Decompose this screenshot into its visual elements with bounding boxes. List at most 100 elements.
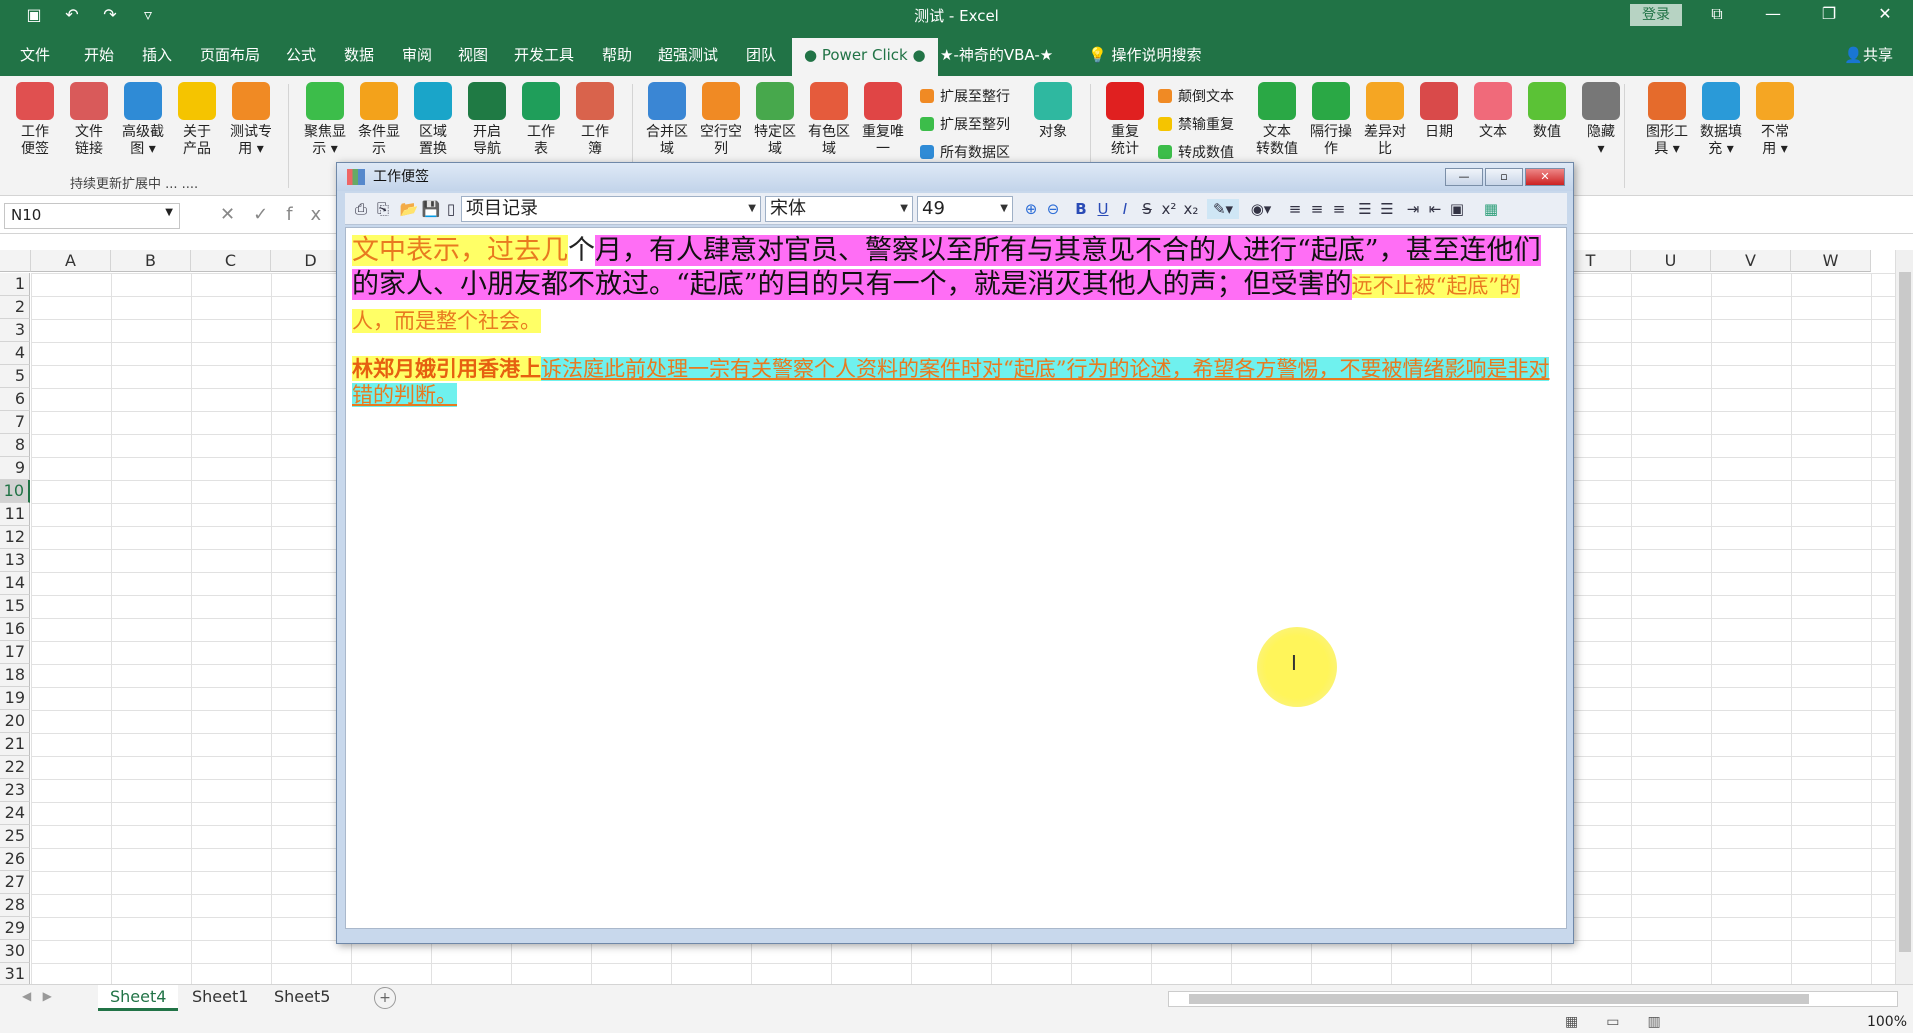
row-header-22[interactable]: 22 [0, 756, 30, 779]
record-select[interactable]: 项目记录 ▼ [461, 196, 761, 222]
ribbon-button-17[interactable]: 重复 统计 [1098, 82, 1152, 158]
row-header-4[interactable]: 4 [0, 342, 30, 365]
outdent-icon[interactable]: ⇤ [1425, 199, 1445, 219]
tab-data[interactable]: 数据 [344, 44, 374, 65]
ribbon-display-icon[interactable]: ⧉ [1689, 0, 1745, 30]
vertical-scrollbar[interactable] [1895, 250, 1913, 984]
reverse-text-button[interactable]: 颠倒文本 [1158, 86, 1234, 106]
tab-vba[interactable]: ★-神奇的VBA-★ [940, 44, 1053, 65]
column-header-b[interactable]: B [111, 250, 191, 272]
tab-formulas[interactable]: 公式 [286, 44, 316, 65]
ribbon-button-6[interactable]: 条件显 示 [352, 82, 406, 158]
strikethrough-icon[interactable]: S [1137, 199, 1157, 219]
share-button[interactable]: 👤共享 [1844, 44, 1893, 65]
sheet-tab-sheet5[interactable]: Sheet5 [262, 985, 342, 1011]
increase-font-icon[interactable]: ⊕ [1021, 199, 1041, 219]
row-header-3[interactable]: 3 [0, 319, 30, 342]
superscript-icon[interactable]: x² [1159, 199, 1179, 219]
ribbon-button-22[interactable]: 文本 [1466, 82, 1520, 141]
tab-team[interactable]: 团队 [746, 44, 776, 65]
row-header-9[interactable]: 9 [0, 457, 30, 480]
ribbon-button-5[interactable]: 聚焦显 示 ▾ [298, 82, 352, 158]
login-button[interactable]: 登录 [1630, 4, 1682, 26]
fx-icon[interactable]: fx [286, 204, 339, 225]
row-header-12[interactable]: 12 [0, 526, 30, 549]
ribbon-button-27[interactable]: 不常 用 ▾ [1748, 82, 1802, 158]
align-left-icon[interactable]: ≡ [1285, 199, 1305, 219]
note-editor[interactable]: 文中表示，过去几个月，有人肆意对官员、警察以至所有与其意见不合的人进行“起底”，… [345, 227, 1567, 929]
chevron-down-icon[interactable]: ▼ [165, 207, 173, 218]
all-data-region-button[interactable]: 所有数据区 [920, 142, 1010, 162]
row-header-15[interactable]: 15 [0, 595, 30, 618]
ribbon-button-19[interactable]: 隔行操 作 [1304, 82, 1358, 158]
column-header-w[interactable]: W [1791, 250, 1871, 272]
ribbon-button-14[interactable]: 有色区 域 [802, 82, 856, 158]
indent-icon[interactable]: ⇥ [1403, 199, 1423, 219]
tab-developer[interactable]: 开发工具 [514, 44, 574, 65]
row-header-7[interactable]: 7 [0, 411, 30, 434]
normal-view-icon[interactable]: ▦ [1565, 1014, 1578, 1030]
ribbon-button-12[interactable]: 空行空 列 [694, 82, 748, 158]
page-break-view-icon[interactable]: ▥ [1647, 1014, 1660, 1030]
print-icon[interactable]: ⎙ [351, 199, 371, 219]
new-file-icon[interactable]: ▯ [441, 199, 461, 219]
zoom-level[interactable]: 100% [1867, 1014, 1907, 1030]
cancel-icon[interactable]: ✕ [220, 204, 253, 225]
expand-row-button[interactable]: 扩展至整行 [920, 86, 1010, 106]
align-right-icon[interactable]: ≡ [1329, 199, 1349, 219]
note-title-bar[interactable]: 工作便签 — ▫ ✕ [337, 163, 1573, 191]
ribbon-button-26[interactable]: 数据填 充 ▾ [1694, 82, 1748, 158]
ribbon-button-1[interactable]: 文件 链接 [62, 82, 116, 158]
scroll-thumb[interactable] [1899, 272, 1911, 952]
ribbon-button-11[interactable]: 合并区 域 [640, 82, 694, 158]
select-all-corner[interactable] [0, 250, 31, 272]
column-header-a[interactable]: A [31, 250, 111, 272]
row-header-27[interactable]: 27 [0, 871, 30, 894]
column-header-c[interactable]: C [191, 250, 271, 272]
expand-column-button[interactable]: 扩展至整列 [920, 114, 1010, 134]
row-header-2[interactable]: 2 [0, 296, 30, 319]
tab-view[interactable]: 视图 [458, 44, 488, 65]
row-header-16[interactable]: 16 [0, 618, 30, 641]
numbered-list-icon[interactable]: ☰ [1377, 199, 1397, 219]
chevron-down-icon[interactable]: ▼ [900, 197, 908, 221]
row-header-13[interactable]: 13 [0, 549, 30, 572]
row-header-19[interactable]: 19 [0, 687, 30, 710]
tab-insert[interactable]: 插入 [142, 44, 172, 65]
print-preview-icon[interactable]: ⎘ [373, 199, 393, 219]
ribbon-button-3[interactable]: 关于 产品 [170, 82, 224, 158]
ribbon-button-8[interactable]: 开启 导航 [460, 82, 514, 158]
sheet-tab-sheet1[interactable]: Sheet1 [180, 985, 260, 1011]
tab-page-layout[interactable]: 页面布局 [200, 44, 260, 65]
bold-icon[interactable]: B [1071, 199, 1091, 219]
close-icon[interactable]: ✕ [1525, 168, 1565, 186]
scroll-thumb[interactable] [1189, 994, 1809, 1004]
tab-power-click[interactable]: ● Power Click ● [792, 38, 938, 76]
align-center-icon[interactable]: ≡ [1307, 199, 1327, 219]
ribbon-button-23[interactable]: 数值 [1520, 82, 1574, 141]
save-icon[interactable]: 💾 [421, 199, 441, 219]
ribbon-button-20[interactable]: 差异对 比 [1358, 82, 1412, 158]
row-header-11[interactable]: 11 [0, 503, 30, 526]
row-header-1[interactable]: 1 [0, 273, 30, 296]
minimize-icon[interactable]: — [1745, 0, 1801, 30]
column-header-u[interactable]: U [1631, 250, 1711, 272]
ribbon-button-4[interactable]: 测试专 用 ▾ [224, 82, 278, 158]
ribbon-button-9[interactable]: 工作 表 [514, 82, 568, 158]
maximize-icon[interactable]: ▫ [1485, 168, 1523, 186]
row-header-28[interactable]: 28 [0, 894, 30, 917]
no-duplicate-button[interactable]: 禁输重复 [1158, 114, 1234, 134]
minimize-icon[interactable]: — [1445, 168, 1483, 186]
insert-image-icon[interactable]: ▣ [1447, 199, 1467, 219]
ribbon-button-16[interactable]: 对象 [1026, 82, 1080, 141]
row-header-10[interactable]: 10 [0, 480, 30, 503]
add-sheet-icon[interactable]: + [374, 987, 396, 1009]
page-layout-view-icon[interactable]: ▭ [1606, 1014, 1619, 1030]
restore-icon[interactable]: ❐ [1801, 0, 1857, 30]
row-header-14[interactable]: 14 [0, 572, 30, 595]
decrease-font-icon[interactable]: ⊖ [1043, 199, 1063, 219]
ribbon-button-2[interactable]: 高级截 图 ▾ [116, 82, 170, 158]
grid-apps-icon[interactable]: ▦ [1481, 199, 1501, 219]
to-number-button[interactable]: 转成数值 [1158, 142, 1234, 162]
close-icon[interactable]: ✕ [1857, 0, 1913, 30]
